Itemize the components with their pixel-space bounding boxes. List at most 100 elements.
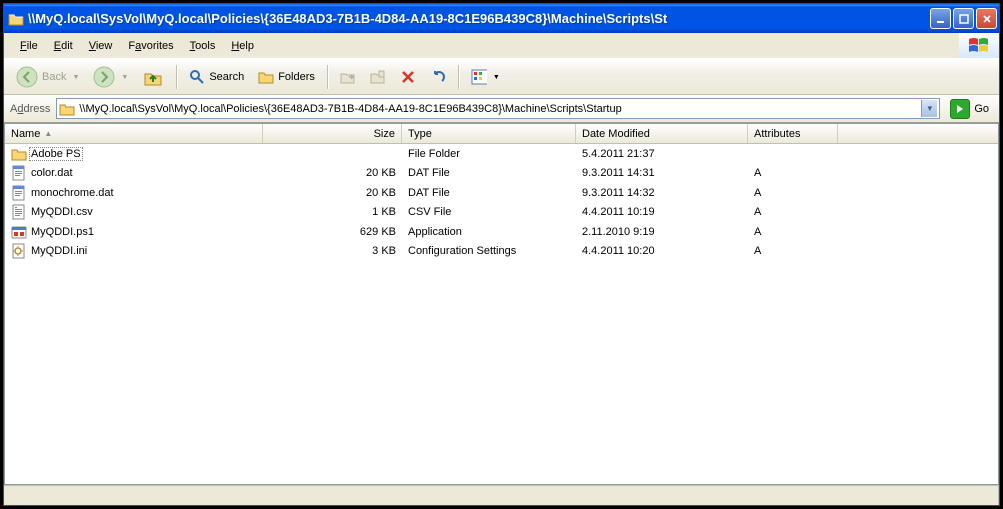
go-icon — [950, 99, 970, 119]
file-modified-cell: 9.3.2011 14:31 — [576, 167, 748, 179]
menubar: File Edit View Favorites Tools Help — [4, 33, 999, 59]
file-name-cell: color.dat — [5, 165, 263, 181]
menu-file[interactable]: File — [12, 37, 46, 55]
menu-view[interactable]: View — [81, 37, 121, 55]
title-controls — [930, 8, 997, 29]
column-header-name[interactable]: Name ▲ — [5, 124, 263, 143]
addressbar: Address ▼ Go — [4, 95, 999, 123]
column-header-size[interactable]: Size — [263, 124, 402, 143]
file-modified-cell: 9.3.2011 14:32 — [576, 187, 748, 199]
file-attrs-cell: A — [748, 226, 838, 238]
file-row[interactable]: MyQDDI.ini 3 KBConfiguration Settings4.4.… — [5, 242, 998, 262]
minimize-button[interactable] — [930, 8, 951, 29]
file-name-label: MyQDDI.ini — [31, 245, 87, 257]
address-input[interactable] — [79, 103, 917, 115]
back-button[interactable]: Back ▼ — [10, 62, 85, 92]
up-button[interactable] — [136, 62, 170, 92]
move-to-button[interactable] — [334, 65, 362, 89]
file-rows-container[interactable]: Adobe PS File Folder5.4.2011 21:37 color.d… — [5, 144, 998, 484]
close-button[interactable] — [976, 8, 997, 29]
dat-icon — [11, 165, 27, 181]
address-field[interactable]: ▼ — [56, 98, 940, 119]
file-row[interactable]: color.dat20 KBDAT File9.3.2011 14:31A — [5, 164, 998, 184]
exe-icon — [11, 224, 27, 240]
ini-icon — [11, 243, 27, 259]
file-row[interactable]: MyQDDI.ps1629 KBApplication2.11.2010 9:1… — [5, 222, 998, 242]
file-size-cell: 3 KB — [263, 245, 402, 257]
toolbar-separator — [458, 65, 459, 89]
file-name-cell: MyQDDI.ini — [5, 243, 263, 259]
file-name-label: Adobe PS — [29, 147, 83, 161]
file-size-cell: 1 KB — [263, 206, 402, 218]
window-inner: \\MyQ.local\SysVol\MyQ.local\Policies\{3… — [3, 3, 1000, 506]
copy-to-icon — [370, 69, 386, 85]
file-name-label: monochrome.dat — [31, 187, 114, 199]
forward-icon — [93, 66, 115, 88]
file-row[interactable]: Adobe PS File Folder5.4.2011 21:37 — [5, 144, 998, 164]
file-modified-cell: 5.4.2011 21:37 — [576, 148, 748, 160]
go-label: Go — [974, 103, 989, 115]
folders-button[interactable]: Folders — [252, 65, 321, 89]
explorer-window: \\MyQ.local\SysVol\MyQ.local\Policies\{3… — [0, 0, 1003, 509]
file-modified-cell: 4.4.2011 10:20 — [576, 245, 748, 257]
forward-button[interactable]: ▼ — [87, 62, 134, 92]
csv-icon — [11, 204, 27, 220]
file-type-cell: Configuration Settings — [402, 245, 576, 257]
move-to-icon — [340, 69, 356, 85]
toolbar: Back ▼ ▼ Search — [4, 59, 999, 95]
column-header-type[interactable]: Type — [402, 124, 576, 143]
sort-asc-icon: ▲ — [44, 129, 52, 138]
file-size-cell: 20 KB — [263, 187, 402, 199]
undo-icon — [430, 69, 446, 85]
address-dropdown-icon[interactable]: ▼ — [921, 100, 937, 117]
menu-edit[interactable]: Edit — [46, 37, 81, 55]
folder-icon — [11, 146, 27, 162]
toolbar-separator — [176, 65, 177, 89]
go-button[interactable]: Go — [946, 97, 993, 121]
column-header-attributes[interactable]: Attributes — [748, 124, 838, 143]
folders-label: Folders — [278, 71, 315, 83]
views-icon — [471, 69, 487, 85]
dropdown-arrow-icon: ▼ — [121, 74, 128, 81]
views-button[interactable]: ▼ — [465, 65, 506, 89]
file-modified-cell: 2.11.2010 9:19 — [576, 226, 748, 238]
folder-icon — [59, 101, 75, 117]
menu-help[interactable]: Help — [223, 37, 262, 55]
file-name-cell: MyQDDI.csv — [5, 204, 263, 220]
file-list: Name ▲ Size Type Date Modified Attribute… — [4, 123, 999, 485]
file-type-cell: File Folder — [402, 148, 576, 160]
address-label: Address — [10, 103, 50, 115]
back-icon — [16, 66, 38, 88]
file-attrs-cell: A — [748, 206, 838, 218]
file-name-cell: monochrome.dat — [5, 185, 263, 201]
undo-button[interactable] — [424, 65, 452, 89]
dat-icon — [11, 185, 27, 201]
search-button[interactable]: Search — [183, 65, 250, 89]
windows-flag-icon — [959, 33, 999, 58]
titlebar[interactable]: \\MyQ.local\SysVol\MyQ.local\Policies\{3… — [4, 4, 999, 33]
folders-icon — [258, 69, 274, 85]
file-name-label: MyQDDI.ps1 — [31, 226, 94, 238]
column-header-modified[interactable]: Date Modified — [576, 124, 748, 143]
file-type-cell: DAT File — [402, 187, 576, 199]
folder-icon — [8, 11, 24, 27]
column-headers: Name ▲ Size Type Date Modified Attribute… — [5, 124, 998, 144]
file-row[interactable]: MyQDDI.csv1 KBCSV File4.4.2011 10:19A — [5, 203, 998, 223]
file-attrs-cell: A — [748, 167, 838, 179]
file-row[interactable]: monochrome.dat 20 KBDAT File9.3.2011 14:3… — [5, 183, 998, 203]
file-name-label: MyQDDI.csv — [31, 206, 93, 218]
search-icon — [189, 69, 205, 85]
back-label: Back — [42, 71, 66, 83]
file-attrs-cell: A — [748, 187, 838, 199]
file-name-cell: Adobe PS — [5, 146, 263, 162]
file-size-cell: 20 KB — [263, 167, 402, 179]
menu-favorites[interactable]: Favorites — [120, 37, 181, 55]
toolbar-separator — [327, 65, 328, 89]
maximize-button[interactable] — [953, 8, 974, 29]
folder-up-icon — [142, 66, 164, 88]
delete-button[interactable] — [394, 65, 422, 89]
copy-to-button[interactable] — [364, 65, 392, 89]
file-attrs-cell: A — [748, 245, 838, 257]
menu-tools[interactable]: Tools — [182, 37, 224, 55]
status-text — [4, 486, 999, 505]
